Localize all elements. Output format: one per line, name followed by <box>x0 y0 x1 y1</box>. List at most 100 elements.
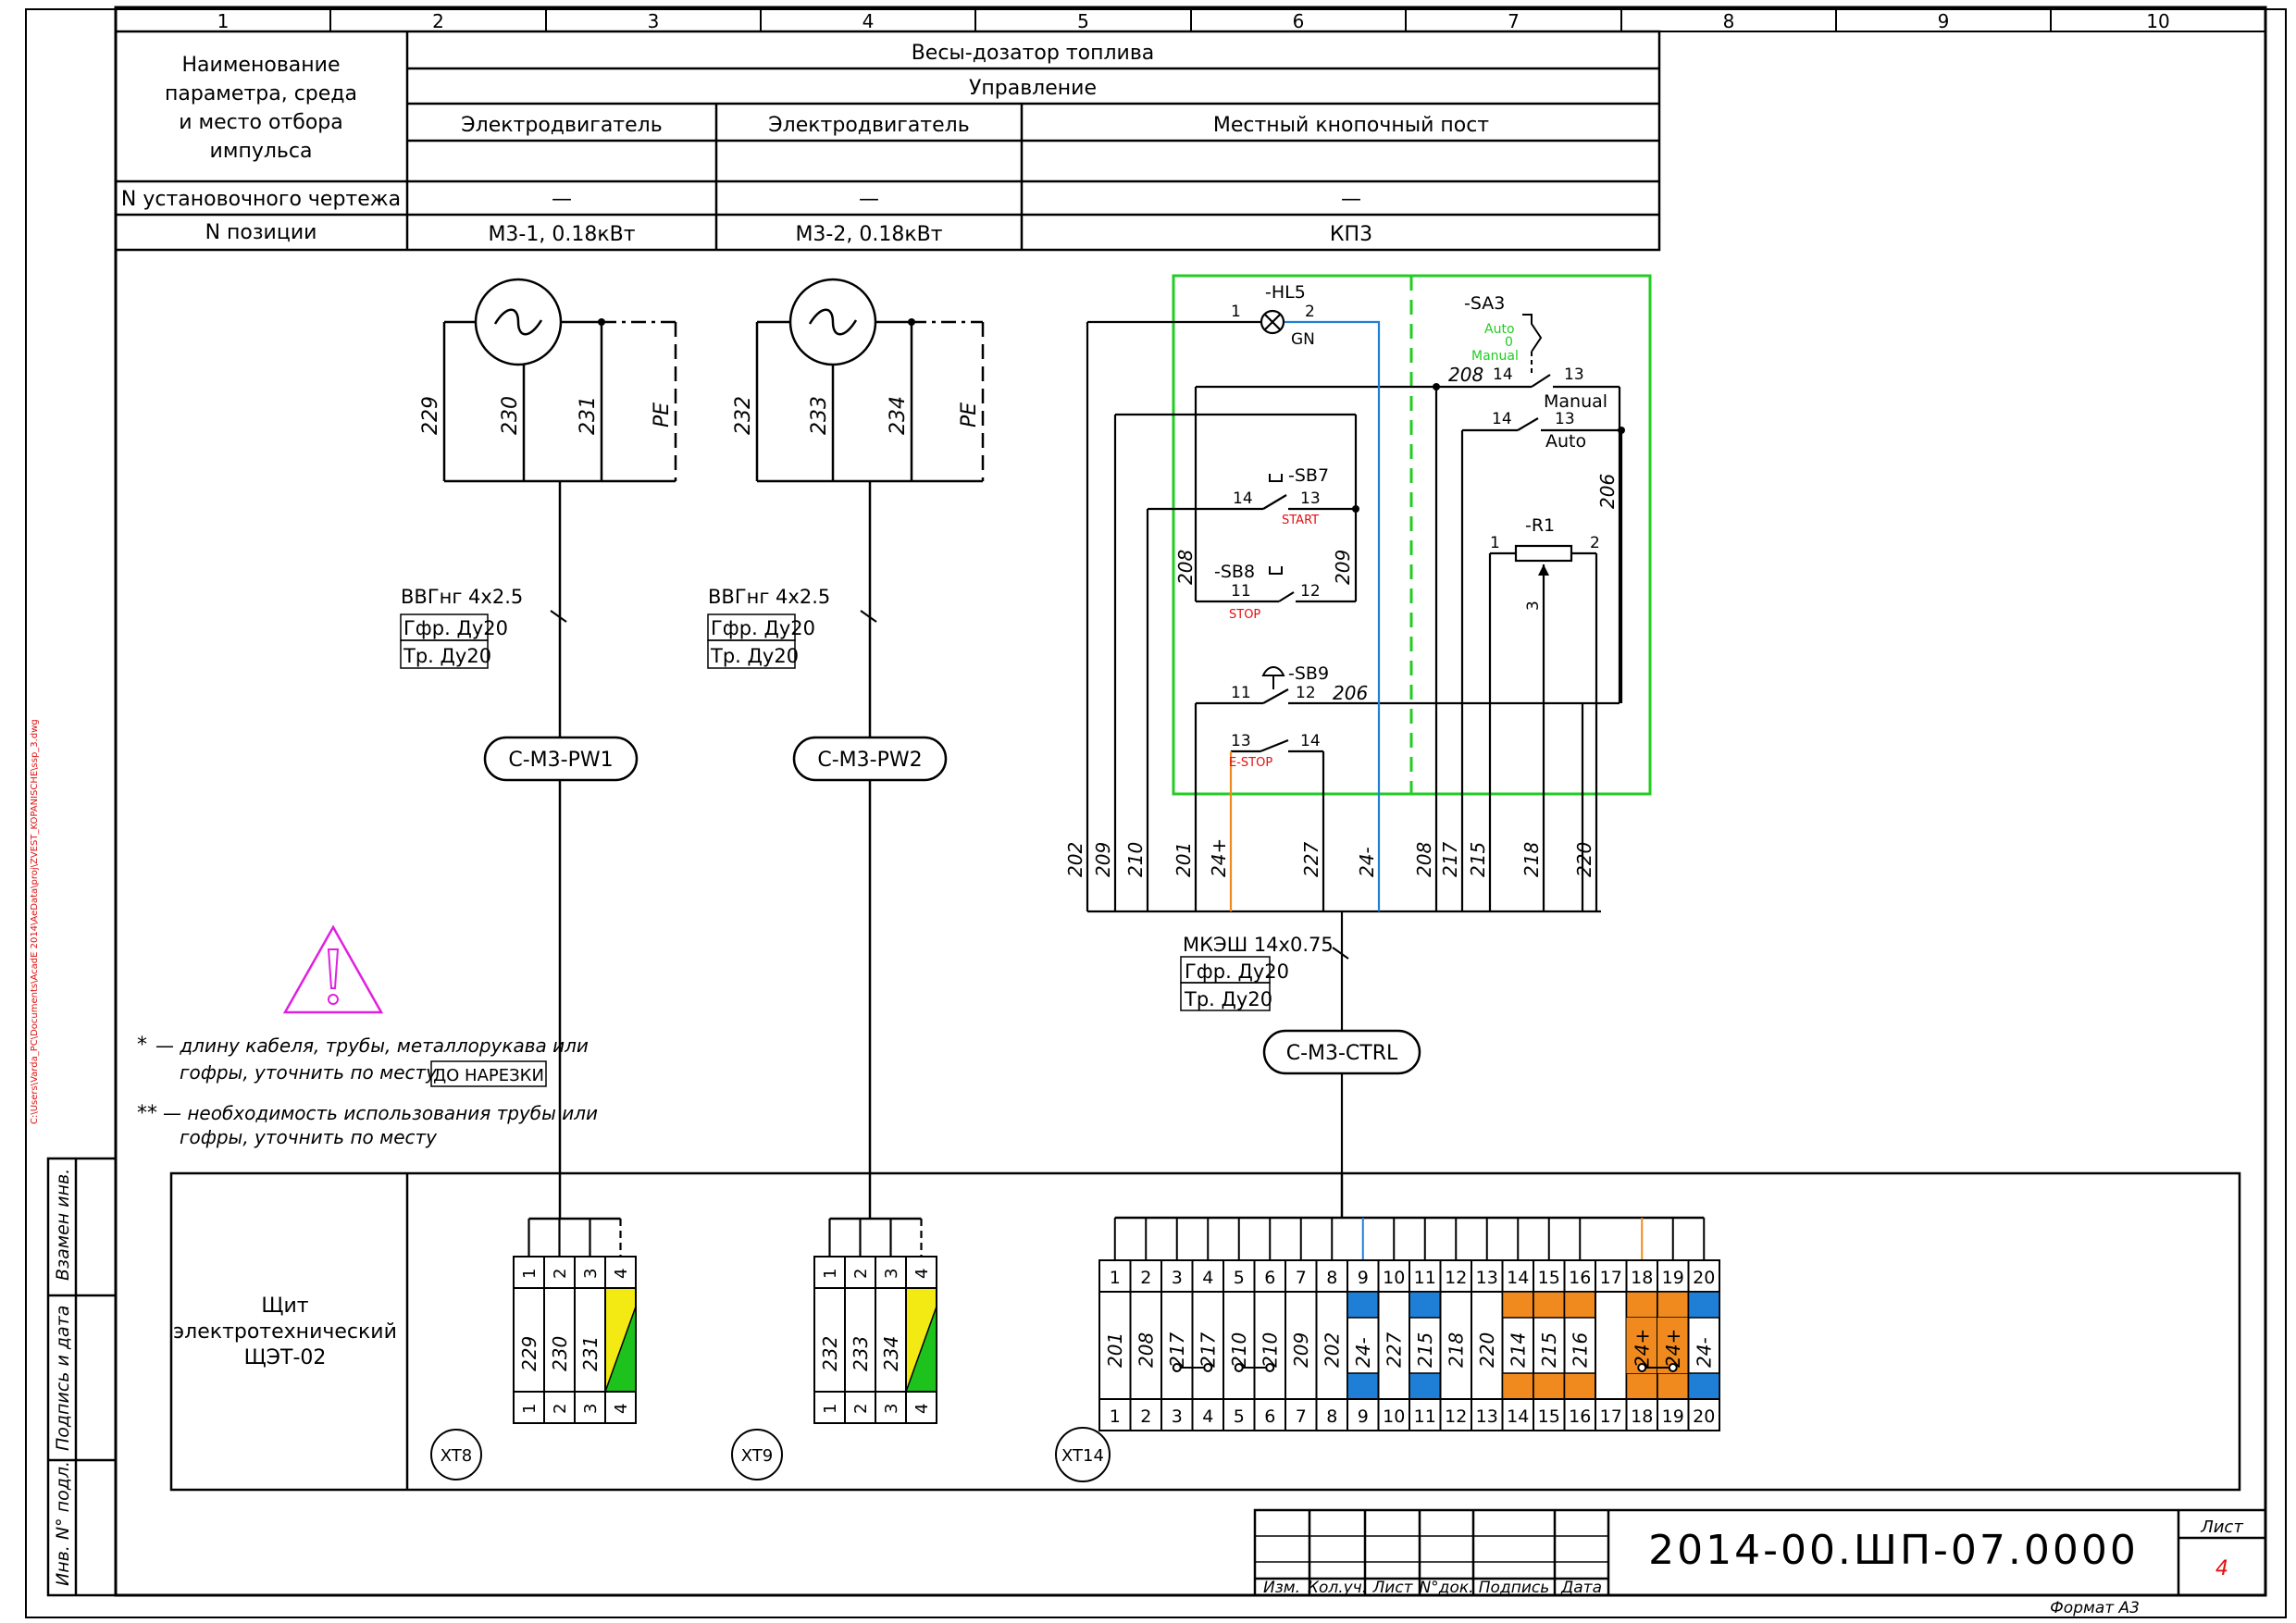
xt14-num-bottom: 8 <box>1326 1406 1337 1427</box>
xt14-num-bottom: 19 <box>1662 1406 1684 1427</box>
hl5-label: -HL5 <box>1265 282 1306 303</box>
xt14-color-bottom <box>1533 1372 1566 1400</box>
r1-wiper-icon <box>1538 564 1549 576</box>
xt14-jumper-end <box>1265 1363 1275 1372</box>
zone-number: 2 <box>432 10 444 32</box>
terminal-name: XT14 <box>1061 1446 1104 1466</box>
post-bottom-wire-labels: 202 209 210 201 24+ 227 24- 208 217 215 218 220 <box>1064 838 1595 877</box>
xt14-num-top: 12 <box>1445 1268 1467 1288</box>
terminal-num-top: 4 <box>612 1269 631 1279</box>
xt14-num-top: 7 <box>1296 1268 1307 1288</box>
xt14-num-top: 14 <box>1507 1268 1529 1288</box>
col-motor2-header: Электродвигатель <box>768 114 969 137</box>
zone-number: 7 <box>1508 10 1520 32</box>
xt14-wire: 210 <box>1228 1332 1250 1368</box>
m1-wire-pe: PE <box>651 403 674 427</box>
xt14-wire: 215 <box>1538 1332 1560 1368</box>
position-label: N позиции <box>205 221 317 244</box>
xt14-num-bottom: 11 <box>1414 1406 1436 1427</box>
terminal-wire: 233 <box>850 1336 872 1371</box>
wire-24-minus <box>1285 320 1381 911</box>
xt14-cell-mid <box>1595 1291 1628 1400</box>
xt14-wire: 218 <box>1445 1332 1467 1368</box>
panel-title-3: ЩЭТ-02 <box>244 1346 327 1369</box>
post-wire-label: 218 <box>1520 842 1543 877</box>
sb8-stop: STOP <box>1229 608 1260 622</box>
sa3-c1-mode: Manual <box>1544 391 1607 412</box>
xt14-wire: 216 <box>1569 1332 1591 1368</box>
zone-number: 10 <box>2146 10 2169 32</box>
xt14-num-bottom: 1 <box>1110 1406 1121 1427</box>
sa3-c2-mode: Auto <box>1545 431 1586 452</box>
sb9-label: -SB9 <box>1288 663 1329 684</box>
sb9-pin-b2: 14 <box>1300 732 1321 750</box>
xt14-num-top: 9 <box>1358 1268 1369 1288</box>
xt14-wire: 217 <box>1166 1332 1188 1368</box>
post-wire-label: 210 <box>1124 842 1147 877</box>
xt14-color-top <box>1625 1291 1658 1319</box>
terminal-num-bottom: 1 <box>821 1404 840 1414</box>
note1-line1: — длину кабеля, трубы, металлорукава или <box>155 1035 589 1057</box>
xt14-num-top: 2 <box>1140 1268 1151 1288</box>
xt14-color-top <box>1657 1291 1690 1319</box>
m1-wire-231: 231 <box>577 396 600 435</box>
zone-ruler: 1 2 3 4 5 6 7 8 9 10 <box>115 7 2266 32</box>
xt14-wire: 227 <box>1383 1332 1405 1368</box>
xt14-jumper-end <box>1234 1363 1244 1372</box>
xt14-num-top: 15 <box>1538 1268 1560 1288</box>
xt14-num-top: 1 <box>1110 1268 1121 1288</box>
tb-col-list: Лист <box>1371 1579 1413 1597</box>
xt14-wire: 24+ <box>1631 1329 1653 1368</box>
terminal-wire: 234 <box>880 1336 902 1371</box>
terminal-num-bottom: 2 <box>851 1404 871 1414</box>
terminal-wire: 229 <box>518 1336 540 1371</box>
param-label-2: параметра, среда <box>165 82 357 105</box>
xt14-wire: 208 <box>1135 1332 1157 1368</box>
terminal-num-top: 2 <box>851 1269 871 1279</box>
sa3-c1-left: 14 <box>1493 365 1513 384</box>
m1-wire-230: 230 <box>499 396 522 435</box>
xt14-wire: 202 <box>1321 1332 1343 1368</box>
note1-box-text: ДО НАРЕЗКИ <box>433 1066 544 1085</box>
note1-line2: гофры, уточнить по месту <box>180 1061 438 1084</box>
terminal-num-top: 1 <box>520 1269 540 1279</box>
param-label-1: Наименование <box>182 54 341 77</box>
terminal-name: XT9 <box>741 1446 773 1466</box>
xt14-num-bottom: 16 <box>1569 1406 1591 1427</box>
xt14-color-top <box>1409 1291 1442 1319</box>
hl5-pin1: 1 <box>1231 303 1241 321</box>
sheet-number: 4 <box>2215 1557 2228 1580</box>
xt14-num-bottom: 18 <box>1631 1406 1653 1427</box>
xt14-num-bottom: 2 <box>1140 1406 1151 1427</box>
xt14-wire: 214 <box>1507 1332 1529 1368</box>
xt14-num-top: 6 <box>1264 1268 1275 1288</box>
post-wire-label: 201 <box>1173 842 1195 877</box>
hl5-color: GN <box>1291 330 1315 349</box>
xt14-num-bottom: 3 <box>1172 1406 1183 1427</box>
xt14-num-bottom: 12 <box>1445 1406 1467 1427</box>
sa3-manual: Manual <box>1471 349 1519 364</box>
sb9-pin-t2: 12 <box>1296 684 1316 702</box>
sa3-c1-wire: 208 <box>1448 364 1483 386</box>
xt14-num-top: 13 <box>1476 1268 1498 1288</box>
schematic-sheet: 1 2 3 4 5 6 7 8 9 10 C:\Users\Varda_PC\Documents\… <box>25 6 2287 1618</box>
sa3-c1-right: 13 <box>1564 365 1584 384</box>
wire-208-vertical: 208 <box>1174 550 1197 585</box>
m2-pipe: Тр. Ду20 <box>710 645 799 667</box>
post-wire-label: 220 <box>1573 842 1595 877</box>
xt14-num-bottom: 4 <box>1202 1406 1213 1427</box>
system-name: Весы-дозатор топлива <box>912 42 1155 65</box>
m1-hose: Гфр. Ду20 <box>403 617 508 639</box>
section-name: Управление <box>969 77 1097 100</box>
terminal-wire: 231 <box>579 1336 602 1371</box>
xt14-wire: 209 <box>1290 1332 1312 1368</box>
xt14-num-bottom: 15 <box>1538 1406 1560 1427</box>
note1-mark: * <box>137 1034 147 1057</box>
m1-pipe: Тр. Ду20 <box>403 645 491 667</box>
ctrl-hose: Гфр. Ду20 <box>1185 960 1289 983</box>
m1-wire-229: 229 <box>419 396 442 435</box>
xt14-wire: 24- <box>1693 1337 1715 1368</box>
xt14-wire: 215 <box>1414 1332 1436 1368</box>
xt14-jumper-end <box>1203 1363 1213 1372</box>
xt14-color-bottom <box>1687 1372 1720 1400</box>
